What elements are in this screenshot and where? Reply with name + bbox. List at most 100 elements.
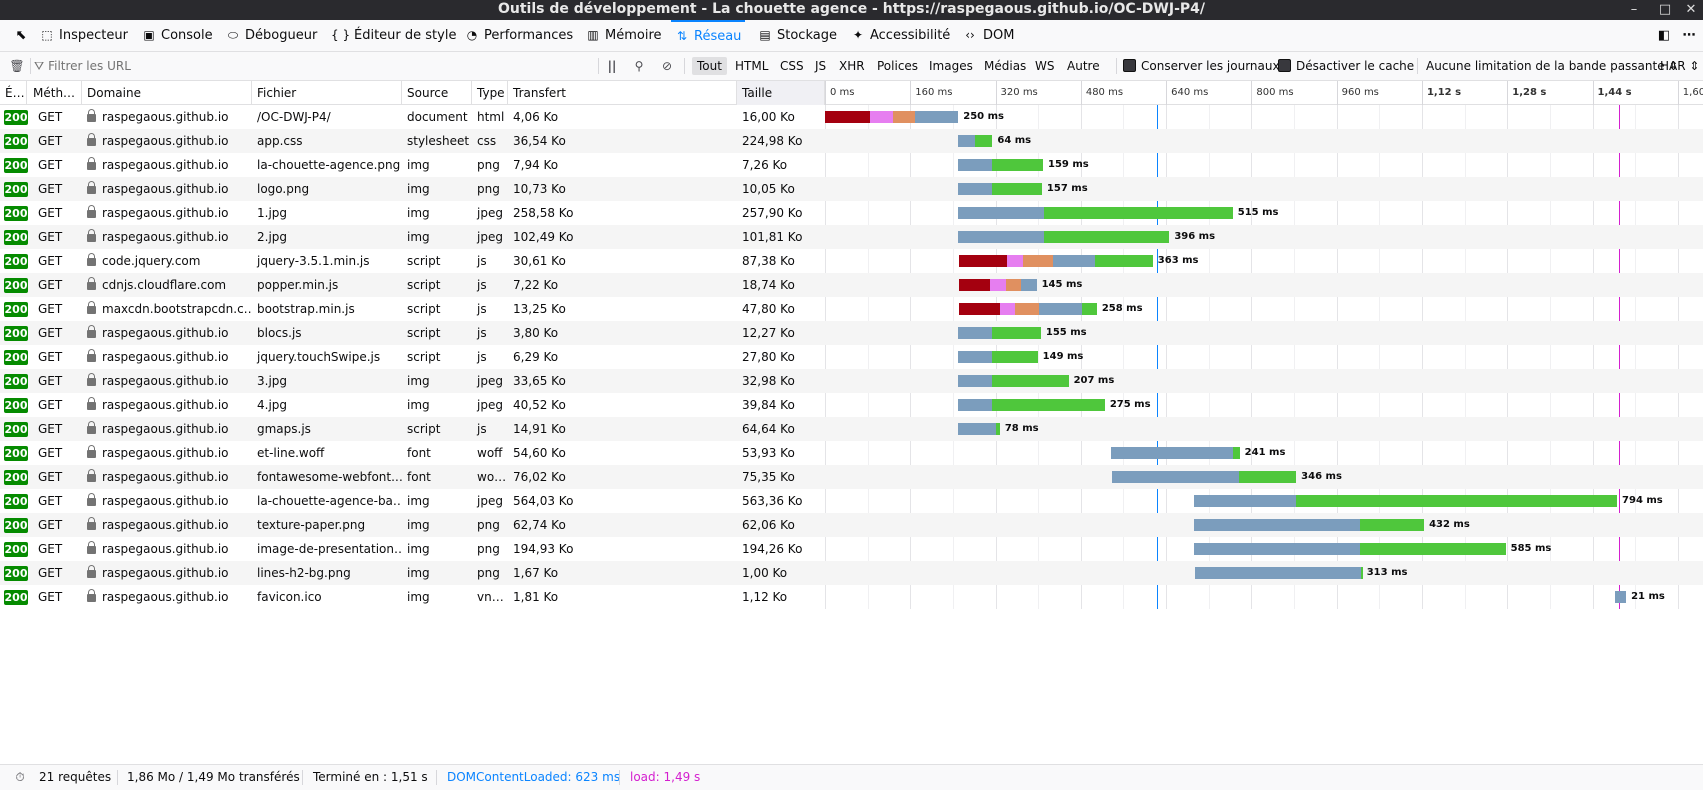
column-method[interactable]: Méth… <box>28 81 82 105</box>
summary-finished: Terminé en : 1,51 s <box>313 770 428 784</box>
table-row[interactable]: 200 GET raspegaous.github.io et-line.woff fo… <box>0 441 1703 465</box>
timing-segment-receive <box>1095 255 1153 267</box>
column-source[interactable]: Source <box>402 81 472 105</box>
column-size[interactable]: Taille <box>737 81 825 105</box>
tab-debugger[interactable]: ⬭ Débogueur <box>226 20 317 51</box>
timeline-tick: 1,44 s <box>1592 81 1632 105</box>
persist-logs-checkbox[interactable]: Conserver les journaux <box>1123 52 1280 80</box>
tab-inspector[interactable]: ⬚ Inspecteur <box>40 20 128 51</box>
filter-urls-input[interactable]: ⛛ Filtrer les URL <box>34 52 131 80</box>
tab-label: Mémoire <box>605 28 662 43</box>
more-icon[interactable]: ⋯ <box>1680 20 1698 51</box>
disable-cache-checkbox[interactable]: Désactiver le cache <box>1278 52 1414 80</box>
filter-type-other[interactable]: Autre <box>1062 57 1105 75</box>
filter-type-html[interactable]: HTML <box>730 57 773 75</box>
table-row[interactable]: 200 GET raspegaous.github.io logo.png img png… <box>0 177 1703 201</box>
table-row[interactable]: 200 GET raspegaous.github.io la-chouette-ag… <box>0 153 1703 177</box>
table-row[interactable]: 200 GET raspegaous.github.io 4.jpg img jpeg 40… <box>0 393 1703 417</box>
request-type: vn… <box>472 585 508 609</box>
request-domain: raspegaous.github.io <box>82 585 252 609</box>
table-row[interactable]: 200 GET raspegaous.github.io fontawesome-we… <box>0 465 1703 489</box>
pause-icon[interactable]: || <box>604 52 620 80</box>
request-source: font <box>402 441 472 465</box>
waterfall-bar <box>958 399 1105 411</box>
lock-icon <box>87 349 96 362</box>
request-domain: raspegaous.github.io <box>82 153 252 177</box>
column-file[interactable]: Fichier <box>252 81 402 105</box>
table-row[interactable]: 200 GET raspegaous.github.io lines-h2-bg.pn… <box>0 561 1703 585</box>
block-icon[interactable]: ⊘ <box>658 52 676 80</box>
request-type: png <box>472 513 508 537</box>
request-size: 257,90 Ko <box>737 201 825 225</box>
table-row[interactable]: 200 GET raspegaous.github.io 1.jpg img jpeg 25… <box>0 201 1703 225</box>
request-file-text: app.css <box>257 134 303 148</box>
timing-segment-receive <box>992 327 1041 339</box>
column-transfer[interactable]: Transfert <box>508 81 737 105</box>
tab-console[interactable]: ▣ Console <box>142 20 212 51</box>
table-row[interactable]: 200 GET code.jquery.com jquery-3.5.1.min.js… <box>0 249 1703 273</box>
request-domain: code.jquery.com <box>82 249 252 273</box>
filter-type-media[interactable]: Médias <box>979 57 1031 75</box>
table-row[interactable]: 200 GET raspegaous.github.io app.css stylesh… <box>0 129 1703 153</box>
table-row[interactable]: 200 GET maxcdn.bootstrapcdn.c… bootstrap.mi… <box>0 297 1703 321</box>
tab-accessibility[interactable]: ✦ Accessibilité <box>851 20 950 51</box>
har-menu[interactable]: HAR ⇕ <box>1660 52 1699 80</box>
table-row[interactable]: 200 GET raspegaous.github.io blocs.js script… <box>0 321 1703 345</box>
request-transfer-text: 54,60 Ko <box>513 446 566 460</box>
close-button[interactable]: ✕ <box>1680 0 1702 20</box>
table-row[interactable]: 200 GET raspegaous.github.io/OC-DWJ-P4/doc… <box>0 105 1703 129</box>
tab-performance[interactable]: ◔ Performances <box>465 20 573 51</box>
request-size-text: 101,81 Ko <box>742 230 803 244</box>
timing-segment-wait <box>958 159 993 171</box>
table-row[interactable]: 200 GET raspegaous.github.io favicon.ico img… <box>0 585 1703 609</box>
request-method: GET <box>33 393 82 417</box>
filter-type-fonts[interactable]: Polices <box>872 57 923 75</box>
filter-type-js[interactable]: JS <box>810 57 831 75</box>
request-method-text: GET <box>38 350 63 364</box>
request-file: 3.jpg <box>252 369 402 393</box>
filter-type-all[interactable]: Tout <box>692 57 727 75</box>
table-row[interactable]: 200 GET raspegaous.github.io texture-paper.… <box>0 513 1703 537</box>
filter-type-css[interactable]: CSS <box>775 57 809 75</box>
timer-icon[interactable]: ⏱ <box>12 765 28 790</box>
request-size-text: 32,98 Ko <box>742 374 795 388</box>
timeline-tick: 1,12 s <box>1421 81 1461 105</box>
request-size-text: 563,36 Ko <box>742 494 803 508</box>
timing-segment-receive <box>992 159 1043 171</box>
filter-type-xhr[interactable]: XHR <box>834 57 870 75</box>
filter-placeholder: Filtrer les URL <box>48 59 131 73</box>
pick-element-icon[interactable]: ⬉ <box>8 20 34 51</box>
tab-network[interactable]: ⇅ Réseau <box>671 20 746 51</box>
table-row[interactable]: 200 GET raspegaous.github.io image-de-prese… <box>0 537 1703 561</box>
table-row[interactable]: 200 GET raspegaous.github.io gmaps.js script… <box>0 417 1703 441</box>
table-row[interactable]: 200 GET raspegaous.github.io jquery.touchSw… <box>0 345 1703 369</box>
column-domain[interactable]: Domaine <box>82 81 252 105</box>
column-type[interactable]: Type <box>472 81 508 105</box>
table-row[interactable]: 200 GET cdnjs.cloudflare.com popper.min.js s… <box>0 273 1703 297</box>
request-file: jquery-3.5.1.min.js <box>252 249 402 273</box>
throttling-select[interactable]: Aucune limitation de la bande passante ⇕ <box>1426 52 1678 80</box>
tab-memory[interactable]: ▥ Mémoire <box>586 20 662 51</box>
filter-type-ws[interactable]: WS <box>1030 57 1059 75</box>
search-icon[interactable]: ⚲ <box>630 52 648 80</box>
filter-type-images[interactable]: Images <box>924 57 978 75</box>
tab-style-editor[interactable]: { } Éditeur de style <box>331 20 456 51</box>
clear-icon[interactable]: 🗑 <box>8 52 26 80</box>
request-transfer: 6,29 Ko <box>508 345 737 369</box>
table-row[interactable]: 200 GET raspegaous.github.io la-chouette-ag… <box>0 489 1703 513</box>
waterfall-bar <box>825 111 959 123</box>
column-status[interactable]: É… <box>0 81 27 105</box>
request-type: html <box>472 105 508 129</box>
lock-icon <box>87 277 96 290</box>
request-domain-text: raspegaous.github.io <box>102 326 229 340</box>
tab-storage[interactable]: ▤ Stockage <box>758 20 837 51</box>
table-row[interactable]: 200 GET raspegaous.github.io 2.jpg img jpeg 10… <box>0 225 1703 249</box>
minimize-button[interactable]: – <box>1623 0 1645 20</box>
dock-icon[interactable]: ◧ <box>1655 20 1673 51</box>
maximize-button[interactable]: □ <box>1654 0 1676 20</box>
request-method: GET <box>33 369 82 393</box>
tab-dom[interactable]: ‹› DOM <box>962 20 1014 51</box>
table-row[interactable]: 200 GET raspegaous.github.io 3.jpg img jpeg 33… <box>0 369 1703 393</box>
timing-segment-connect <box>893 111 915 123</box>
request-transfer-text: 62,74 Ko <box>513 518 566 532</box>
